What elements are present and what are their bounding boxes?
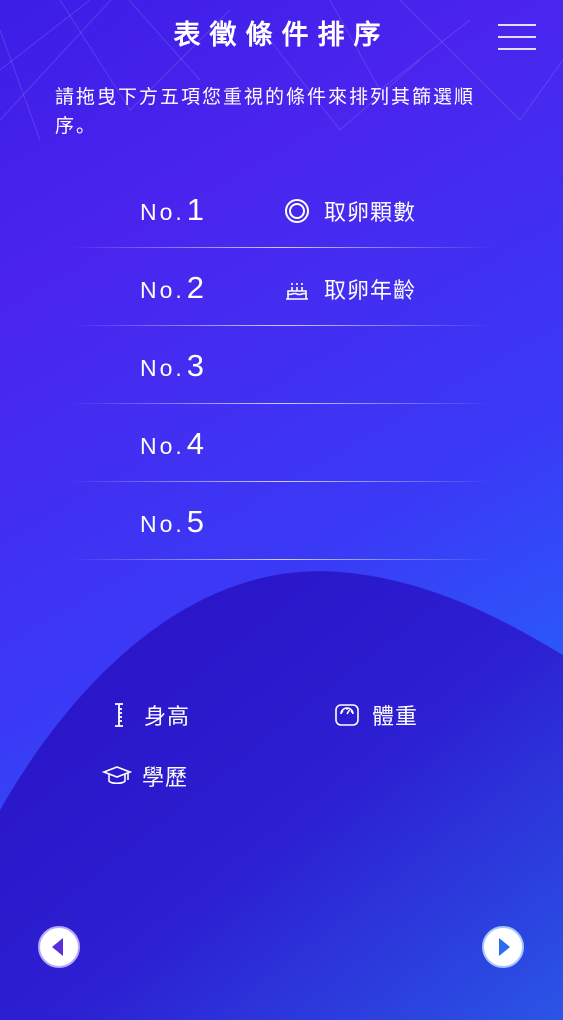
weight-scale-icon [332,700,362,730]
ranked-item-label: 取卵年齡 [324,279,417,304]
next-button[interactable] [481,925,525,969]
arrow-left-circle-icon [38,926,80,968]
rank-prefix: No. [140,199,185,225]
rank-prefix: No. [140,277,185,303]
option-weight[interactable]: 體重 [332,698,418,732]
rank-slot-2[interactable]: No.2 取卵年齡 [0,248,563,326]
option-label: 學歷 [142,766,189,791]
rank-number: 5 [186,504,208,539]
option-label: 身高 [144,705,191,730]
rank-slot-1[interactable]: No.1 取卵顆數 [0,170,563,248]
ranked-item-label: 取卵顆數 [324,201,417,226]
height-ruler-icon [104,700,134,730]
instruction-text: 請拖曳下方五項您重視的條件來排列其篩選順序。 [55,86,476,137]
option-education[interactable]: 學歷 [102,759,188,793]
ranked-item-egg-age[interactable]: 取卵年齡 [282,272,416,306]
rank-slot-5[interactable]: No.5 [0,482,563,560]
birthday-cake-icon [282,274,312,304]
previous-button[interactable] [37,925,81,969]
option-label: 體重 [372,705,419,730]
rank-slot-4[interactable]: No.4 [0,404,563,482]
rank-prefix: No. [140,355,185,381]
page-title: 表徵條件排序 [173,20,390,51]
header: 表徵條件排序 [0,0,563,72]
ranking-list: No.1 取卵顆數 No.2 取卵年齡 No.3 No.4 No.5 [0,170,563,560]
rank-label: No.5 [140,504,207,540]
background-wave-shape [0,571,563,1020]
rank-label: No.4 [140,426,207,462]
arrow-right-circle-icon [482,926,524,968]
rank-prefix: No. [140,433,185,459]
rank-number: 2 [186,270,208,305]
rank-number: 4 [186,426,208,461]
ranked-item-egg-count[interactable]: 取卵顆數 [282,194,416,228]
rank-slot-3[interactable]: No.3 [0,326,563,404]
rank-prefix: No. [140,511,185,537]
rank-label: No.1 [140,192,207,228]
rank-label: No.2 [140,270,207,306]
rank-number: 1 [186,192,208,227]
hamburger-menu-icon[interactable] [494,20,540,54]
rank-number: 3 [186,348,208,383]
egg-ring-icon [282,196,312,226]
screen: 表徵條件排序 請拖曳下方五項您重視的條件來排列其篩選順序。 No.1 取卵顆數 … [0,0,563,1020]
graduation-cap-icon [102,761,132,791]
option-height[interactable]: 身高 [104,698,190,732]
rank-label: No.3 [140,348,207,384]
